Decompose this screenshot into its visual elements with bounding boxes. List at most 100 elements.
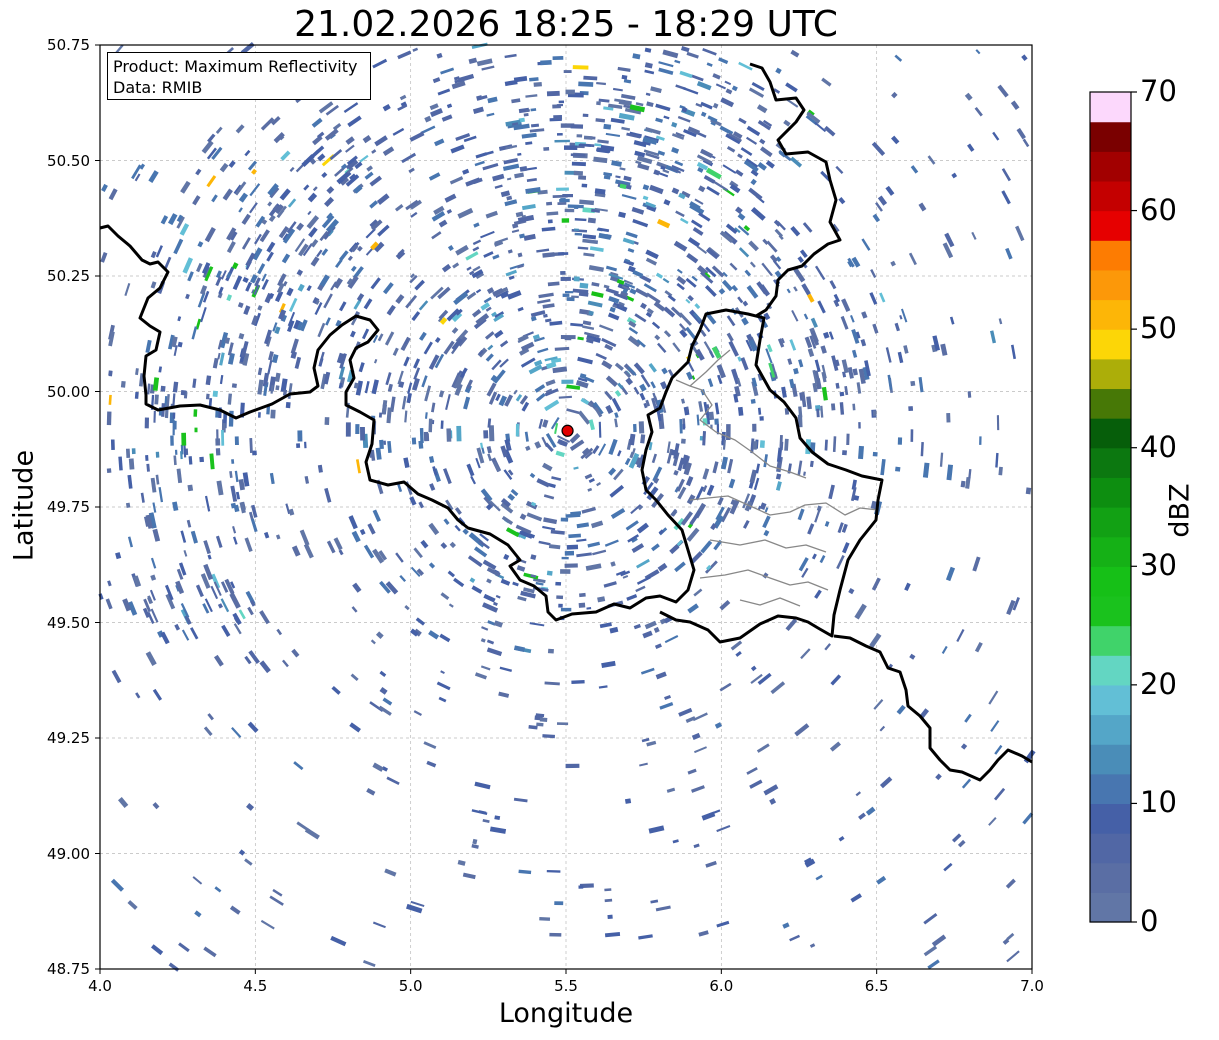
echo-cell <box>457 207 474 219</box>
echo-cell <box>577 336 584 341</box>
echo-cell <box>735 206 743 215</box>
echo-cell <box>642 630 653 639</box>
echo-cell <box>405 294 418 309</box>
x-tick-label: 4.5 <box>243 977 268 995</box>
x-tick-marks <box>99 969 1033 974</box>
echo-cell <box>135 368 139 376</box>
echo-cell <box>592 549 607 556</box>
echo-cell <box>269 895 284 906</box>
echo-cell <box>923 945 938 957</box>
echo-cell <box>221 624 231 637</box>
echo-cell <box>746 125 761 137</box>
echo-cell <box>244 655 252 665</box>
echo-cell <box>759 502 767 510</box>
echo-cell <box>177 341 183 348</box>
echo-cell <box>232 536 238 545</box>
echo-cell <box>908 406 914 412</box>
echo-cell <box>127 474 133 489</box>
echo-cell <box>179 223 190 236</box>
echo-cell <box>566 544 579 550</box>
echo-cell <box>737 153 743 159</box>
colorbar-segment <box>1090 299 1131 330</box>
echo-cell <box>576 522 590 529</box>
echo-cell <box>807 348 815 357</box>
echo-cell <box>371 149 377 154</box>
echo-cell <box>552 56 564 61</box>
echo-cell <box>542 462 553 472</box>
echo-cell <box>544 399 560 412</box>
echo-cell <box>481 626 489 631</box>
echo-cell <box>403 356 410 367</box>
echo-cell <box>135 692 141 699</box>
echo-cell <box>691 732 701 741</box>
echo-cell <box>856 382 862 394</box>
echo-cell <box>1021 54 1028 61</box>
echo-cell <box>703 174 716 184</box>
echo-cell <box>207 713 214 721</box>
echo-cell <box>483 251 494 258</box>
echo-cell <box>356 293 365 302</box>
echo-cell <box>693 588 703 597</box>
echo-cell <box>208 398 213 407</box>
echo-cell <box>238 207 243 213</box>
echo-cell <box>814 121 827 133</box>
echo-cell <box>604 888 612 892</box>
echo-cell <box>413 367 421 380</box>
echo-cell <box>556 104 564 107</box>
echo-cell <box>596 101 601 106</box>
echo-cell <box>869 292 878 305</box>
echo-cell <box>702 431 706 446</box>
echo-cell <box>820 405 824 418</box>
echo-cell <box>653 626 660 633</box>
echo-cell <box>599 324 614 332</box>
echo-cell <box>706 185 720 196</box>
y-tick-label: 50.00 <box>47 382 90 401</box>
echo-cell <box>558 395 572 399</box>
echo-cell <box>525 500 538 510</box>
echo-cell <box>645 127 661 135</box>
echo-cell <box>428 418 433 433</box>
echo-cell <box>581 506 596 514</box>
echo-cell <box>814 509 821 523</box>
echo-cell <box>718 57 729 65</box>
echo-cell <box>369 200 379 209</box>
echo-cell <box>140 492 145 503</box>
echo-cell <box>655 671 667 680</box>
echo-cell <box>994 744 1003 755</box>
echo-cell <box>220 270 227 280</box>
echo-cell <box>964 713 972 723</box>
echo-cell <box>372 509 381 522</box>
echo-cell <box>230 485 238 502</box>
echo-cell <box>595 352 607 361</box>
echo-cell <box>772 259 782 270</box>
echo-cell <box>217 603 223 609</box>
echo-cell <box>541 226 556 232</box>
echo-cell <box>517 152 522 156</box>
echo-cell <box>100 252 108 263</box>
echo-cell <box>154 394 159 405</box>
echo-cell <box>172 381 179 393</box>
echo-cell <box>361 328 370 340</box>
echo-cell <box>293 761 304 771</box>
echo-cell <box>682 423 686 430</box>
echo-cell <box>492 254 500 260</box>
echo-cell <box>345 136 355 145</box>
echo-cell <box>526 512 543 522</box>
echo-cell <box>649 184 664 195</box>
echo-cell <box>172 393 176 406</box>
echo-cell <box>904 582 911 592</box>
echo-cell <box>533 81 542 87</box>
echo-cell <box>275 385 280 391</box>
echo-cell <box>598 443 607 456</box>
echo-cell <box>382 282 394 295</box>
echo-cell <box>217 352 221 360</box>
echo-cell <box>128 458 135 470</box>
echo-cell <box>764 507 769 513</box>
grid-lines <box>99 44 1033 970</box>
echo-cell <box>423 741 437 750</box>
echo-cell <box>610 507 626 519</box>
echo-cell <box>111 669 122 684</box>
echo-cell <box>558 100 565 104</box>
echo-cell <box>483 593 496 603</box>
echo-cell <box>127 536 133 548</box>
